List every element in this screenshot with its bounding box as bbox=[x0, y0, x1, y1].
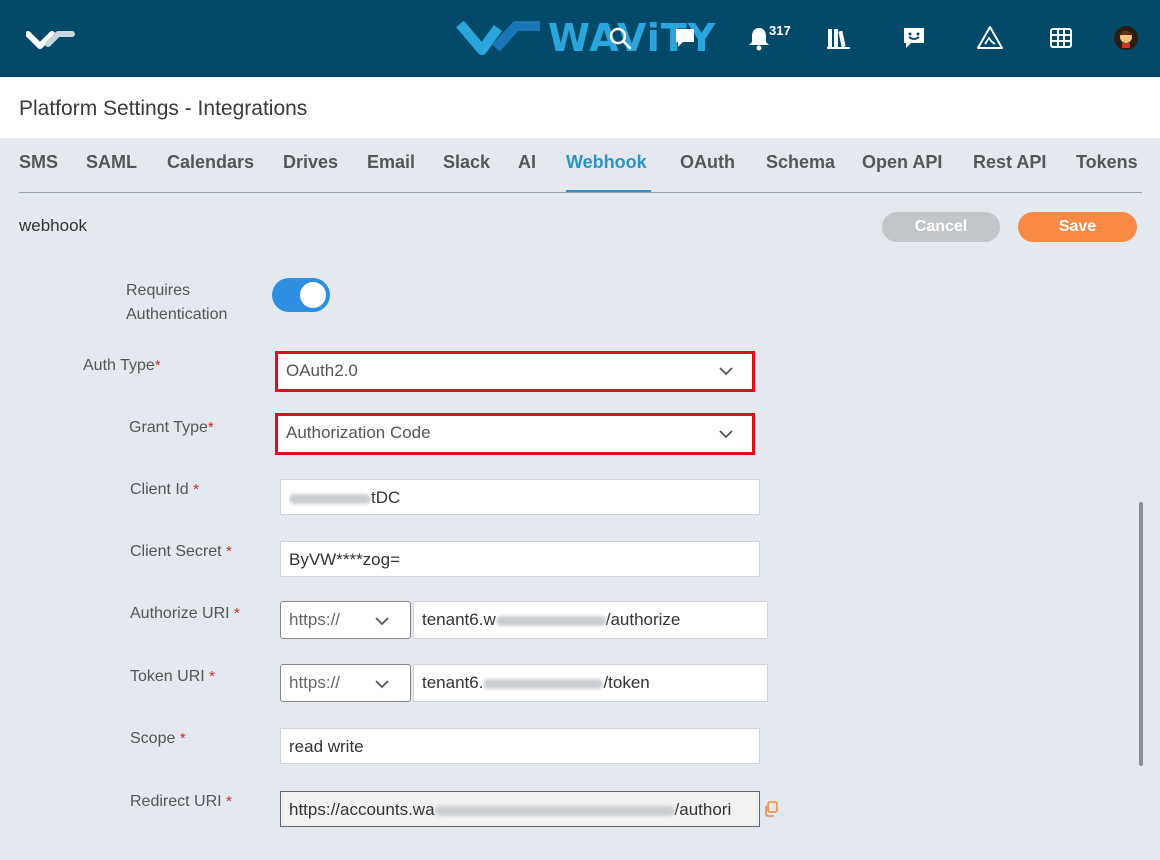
tab-rest-api[interactable]: Rest API bbox=[973, 152, 1046, 173]
grant-type-select[interactable]: Authorization Code bbox=[275, 413, 755, 455]
required-mark: * bbox=[226, 793, 232, 810]
token-uri-value: tenant6. /token bbox=[422, 673, 650, 693]
auth-type-select[interactable]: OAuth2.0 bbox=[275, 351, 755, 392]
scrollbar[interactable] bbox=[1139, 502, 1143, 766]
authorize-uri-label-text: Authorize URI bbox=[130, 605, 230, 622]
scope-value: read write bbox=[289, 737, 364, 756]
token-uri-protocol: https:// bbox=[289, 673, 341, 692]
chevron-down-icon bbox=[719, 367, 733, 376]
user-avatar-icon bbox=[1114, 26, 1138, 50]
tab-open-api[interactable]: Open API bbox=[862, 152, 942, 173]
redirect-uri-label-text: Redirect URI bbox=[130, 793, 222, 810]
cancel-button[interactable]: Cancel bbox=[882, 212, 1000, 242]
redirect-uri-value-prefix: https://accounts.wa bbox=[289, 800, 435, 819]
authorize-uri-value: tenant6.w/authorize bbox=[422, 610, 680, 630]
notification-count: 317 bbox=[769, 23, 791, 38]
required-mark: * bbox=[179, 730, 186, 747]
tab-oauth[interactable]: OAuth bbox=[680, 152, 735, 173]
tab-schema[interactable]: Schema bbox=[766, 152, 835, 173]
top-bar: WAViTY 317 bbox=[0, 0, 1160, 77]
chevron-down-icon bbox=[375, 617, 389, 626]
grid-icon[interactable] bbox=[1048, 25, 1074, 51]
library-icon[interactable] bbox=[826, 25, 852, 51]
copy-icon[interactable] bbox=[763, 801, 779, 817]
redirect-uri-value-suffix: /authori bbox=[674, 800, 732, 819]
required-mark: * bbox=[193, 481, 199, 498]
tab-saml[interactable]: SAML bbox=[86, 152, 137, 173]
client-id-input[interactable]: tDC bbox=[280, 479, 760, 515]
client-secret-label-text: Client Secret bbox=[130, 543, 222, 560]
client-id-label-text: Client Id bbox=[130, 481, 189, 498]
token-uri-label-text: Token URI bbox=[130, 668, 205, 685]
redirect-uri-label: Redirect URI * bbox=[130, 793, 232, 811]
required-mark: * bbox=[207, 419, 214, 436]
authorize-uri-protocol-select[interactable]: https:// bbox=[280, 601, 411, 639]
tab-tokens[interactable]: Tokens bbox=[1076, 152, 1138, 173]
client-secret-value: ByVW****zog= bbox=[289, 550, 401, 569]
authorize-uri-value-suffix: /authorize bbox=[605, 610, 681, 629]
redirect-uri-value: https://accounts.wa/authori bbox=[289, 800, 751, 820]
requires-auth-label-line2: Authentication bbox=[126, 306, 228, 323]
requires-auth-label-line1: Requires bbox=[126, 282, 191, 299]
client-id-value: tDC bbox=[289, 488, 400, 508]
required-mark: * bbox=[234, 605, 240, 622]
avatar[interactable] bbox=[1114, 26, 1138, 50]
required-mark: * bbox=[154, 357, 161, 374]
feedback-icon[interactable] bbox=[901, 25, 927, 51]
client-id-label: Client Id * bbox=[130, 481, 199, 499]
client-secret-input[interactable]: ByVW****zog= bbox=[280, 541, 760, 577]
auth-type-label: Auth Type* bbox=[83, 357, 161, 375]
requires-auth-toggle[interactable] bbox=[272, 278, 330, 312]
grant-type-label: Grant Type* bbox=[129, 419, 214, 437]
warning-icon[interactable] bbox=[977, 25, 1003, 51]
scope-label: Scope * bbox=[130, 730, 186, 748]
token-uri-input[interactable]: tenant6. /token bbox=[413, 664, 768, 702]
token-uri-value-suffix: /token bbox=[603, 673, 650, 692]
auth-type-value: OAuth2.0 bbox=[286, 361, 358, 380]
chevron-down-icon bbox=[719, 430, 733, 439]
client-id-value-visible: tDC bbox=[371, 488, 401, 507]
token-uri-protocol-select[interactable]: https:// bbox=[280, 664, 411, 702]
save-button[interactable]: Save bbox=[1018, 212, 1137, 242]
grant-type-label-text: Grant Type bbox=[129, 419, 208, 436]
auth-type-label-text: Auth Type bbox=[83, 357, 155, 374]
tab-sms[interactable]: SMS bbox=[19, 152, 58, 173]
authorize-uri-protocol: https:// bbox=[289, 610, 341, 629]
scope-input[interactable]: read write bbox=[280, 728, 760, 764]
page-title: Platform Settings - Integrations bbox=[19, 97, 308, 120]
tab-email[interactable]: Email bbox=[367, 152, 415, 173]
authorize-uri-label: Authorize URI * bbox=[130, 605, 240, 623]
tab-ai[interactable]: AI bbox=[518, 152, 536, 173]
client-secret-label: Client Secret * bbox=[130, 543, 232, 561]
tab-slack[interactable]: Slack bbox=[443, 152, 490, 173]
tab-webhook[interactable]: Webhook bbox=[566, 152, 647, 173]
token-uri-label: Token URI * bbox=[130, 668, 215, 686]
tabs-divider bbox=[19, 192, 1142, 193]
search-icon[interactable] bbox=[607, 25, 633, 51]
chevron-down-icon bbox=[375, 680, 389, 689]
tab-drives[interactable]: Drives bbox=[283, 152, 338, 173]
section-label: webhook bbox=[19, 216, 88, 235]
scope-label-text: Scope bbox=[130, 730, 176, 747]
authorize-uri-value-prefix: tenant6.w bbox=[422, 610, 496, 629]
required-mark: * bbox=[209, 668, 215, 685]
grant-type-value: Authorization Code bbox=[286, 423, 431, 442]
authorize-uri-input[interactable]: tenant6.w/authorize bbox=[413, 601, 768, 639]
tab-calendars[interactable]: Calendars bbox=[167, 152, 254, 173]
chat-icon[interactable] bbox=[672, 25, 698, 51]
toggle-knob bbox=[300, 282, 326, 308]
token-uri-value-prefix: tenant6. bbox=[422, 673, 484, 692]
redirect-uri-input[interactable]: https://accounts.wa/authori bbox=[280, 791, 760, 827]
logo-check-icon[interactable] bbox=[26, 26, 76, 52]
required-mark: * bbox=[226, 543, 232, 560]
